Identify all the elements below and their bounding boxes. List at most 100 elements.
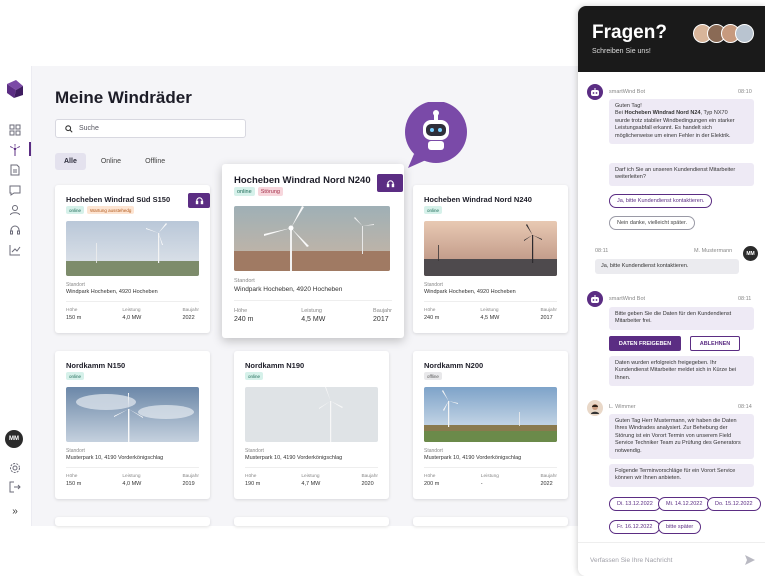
location-label: Standort (245, 448, 264, 454)
card-badges: online (66, 372, 85, 380)
card-title: Nordkamm N200 (424, 361, 484, 370)
search-input[interactable]: Suche (55, 119, 246, 138)
location-label: Standort (234, 278, 255, 284)
card-badges: online (245, 372, 264, 380)
release-data-button[interactable]: DATEN FREIGEBEN (609, 336, 681, 351)
headset-icon[interactable] (8, 223, 22, 237)
status-badge: online (424, 206, 443, 214)
spec-value: 4,5 MW (480, 315, 500, 321)
headset-icon (195, 197, 203, 205)
chatbot-launcher-icon[interactable] (404, 102, 468, 168)
status-badge: Störung (257, 187, 283, 196)
user-icon[interactable] (8, 203, 22, 217)
chat-title: Fragen? (592, 22, 667, 43)
status-badge: online (66, 372, 85, 380)
search-placeholder: Suche (79, 125, 99, 132)
quick-reply-no[interactable]: Nein danke, vielleicht später. (609, 216, 696, 230)
turbine-image (424, 387, 557, 442)
chat-subtitle: Schreiben Sie uns! (592, 48, 651, 55)
turbine-icon[interactable] (8, 143, 22, 157)
message-text: Bei Hocheben Windrad Nord N24, Typ NX70 (615, 110, 728, 117)
chart-icon[interactable] (8, 243, 22, 257)
location-label: Standort (424, 282, 443, 288)
user-avatar: MM (743, 246, 758, 261)
sender-name: L. Wimmer (609, 404, 636, 410)
filter-tabs: Alle Online Offline (55, 153, 174, 170)
search-icon (65, 124, 73, 133)
spec-value: 2022 (182, 315, 195, 321)
date-option[interactable]: Do. 15.12.2022 (707, 497, 761, 511)
turbine-card[interactable]: Nordkamm N150 online Standort Musterpark… (55, 351, 210, 499)
spec-label: Leistung (480, 308, 499, 313)
divider (424, 467, 557, 468)
bot-avatar-icon (587, 291, 603, 307)
turbine-card[interactable] (55, 517, 210, 526)
bot-avatar-icon (587, 84, 603, 100)
turbine-card[interactable]: Nordkamm N200 offline Standort Musterpar… (413, 351, 568, 499)
turbine-image (66, 221, 199, 276)
divider (234, 300, 392, 301)
turbine-card[interactable]: Nordkamm N190 online Standort Musterpark… (234, 351, 389, 499)
quick-reply-yes[interactable]: Ja, bitte Kundendienst kontaktieren. (609, 194, 713, 208)
specs: Höhe 150 m Leistung 4,0 MW Baujahr 2019 (66, 474, 199, 487)
bot-message: Guten Tag! Bei Hocheben Windrad Nord N24… (609, 99, 754, 145)
tab-all[interactable]: Alle (55, 153, 86, 170)
date-option[interactable]: Mi. 14.12.2022 (658, 497, 711, 511)
chat-input-placeholder: Verfassen Sie Ihre Nachricht (590, 557, 673, 564)
expand-icon[interactable]: » (8, 504, 22, 518)
location-label: Standort (66, 282, 85, 288)
message-icon[interactable] (8, 183, 22, 197)
chat-messages: smartWind Bot 08:10 Guten Tag! Bei Hoche… (578, 72, 765, 542)
spec-label: Höhe (234, 308, 248, 314)
bot-message: Darf ich Sie an unseren Kundendienst Mit… (609, 163, 754, 186)
page-title: Meine Windräder (55, 88, 192, 107)
send-icon[interactable] (745, 555, 755, 565)
spec-label: Leistung (301, 308, 322, 314)
spec-label: Baujahr (361, 474, 378, 479)
card-badges: offline (424, 372, 442, 380)
dashboard-icon[interactable] (8, 123, 22, 137)
support-button[interactable] (188, 193, 210, 208)
spec-label: Baujahr (540, 474, 557, 479)
decline-button[interactable]: ABLEHNEN (690, 336, 740, 351)
sender-name: smartWind Bot (609, 89, 646, 95)
settings-icon[interactable] (8, 461, 22, 475)
card-badges: online Störung (234, 187, 283, 196)
spec-label: Leistung (480, 474, 499, 479)
chat-input[interactable]: Verfassen Sie Ihre Nachricht (578, 542, 765, 576)
bot-message: Bitte geben Sie die Daten für den Kunden… (609, 307, 754, 330)
spec-value: 2017 (540, 315, 553, 321)
spec-value: 4,0 MW (122, 481, 142, 487)
headset-icon (386, 179, 394, 187)
turbine-image (234, 206, 390, 271)
chat-header: Fragen? Schreiben Sie uns! (578, 6, 765, 72)
tab-offline[interactable]: Offline (136, 153, 174, 170)
tab-online[interactable]: Online (92, 153, 130, 170)
turbine-card[interactable] (234, 517, 389, 526)
turbine-card-selected[interactable]: Hocheben Windrad Nord N240 online Störun… (222, 164, 404, 338)
location: Musterpark 10, 4190 Vorderkönigschlag (66, 455, 164, 461)
sidebar: MM » (0, 66, 32, 526)
logo-icon (7, 80, 23, 98)
logout-icon[interactable] (8, 480, 22, 494)
turbine-card[interactable]: Hocheben Windrad Nord N240 online Stando… (413, 185, 568, 333)
spec-value: 2017 (373, 316, 389, 323)
date-option[interactable]: Di. 13.12.2022 (609, 497, 661, 511)
date-option[interactable]: bitte später (658, 520, 702, 534)
turbine-card[interactable] (413, 517, 568, 526)
chat-panel: Fragen? Schreiben Sie uns! smartWind Bot… (578, 6, 765, 576)
turbine-card[interactable]: Hocheben Windrad Süd S150 online Wartung… (55, 185, 210, 333)
card-title: Hocheben Windrad Nord N240 (234, 175, 371, 186)
spec-value: 190 m (245, 481, 261, 487)
message-text: wurde trotz stabiler Windbedingungen ein… (615, 117, 735, 139)
spec-value: 150 m (66, 481, 82, 487)
support-button[interactable] (377, 174, 403, 192)
status-badge: offline (424, 372, 442, 380)
document-icon[interactable] (8, 163, 22, 177)
location: Windpark Hocheben, 4920 Hocheben (234, 286, 343, 293)
status-badge: online (234, 187, 255, 196)
avatar[interactable]: MM (5, 430, 23, 448)
date-option[interactable]: Fr. 16.12.2022 (609, 520, 661, 534)
location: Musterpark 10, 4190 Vorderkönigschlag (245, 455, 343, 461)
divider (424, 301, 557, 302)
